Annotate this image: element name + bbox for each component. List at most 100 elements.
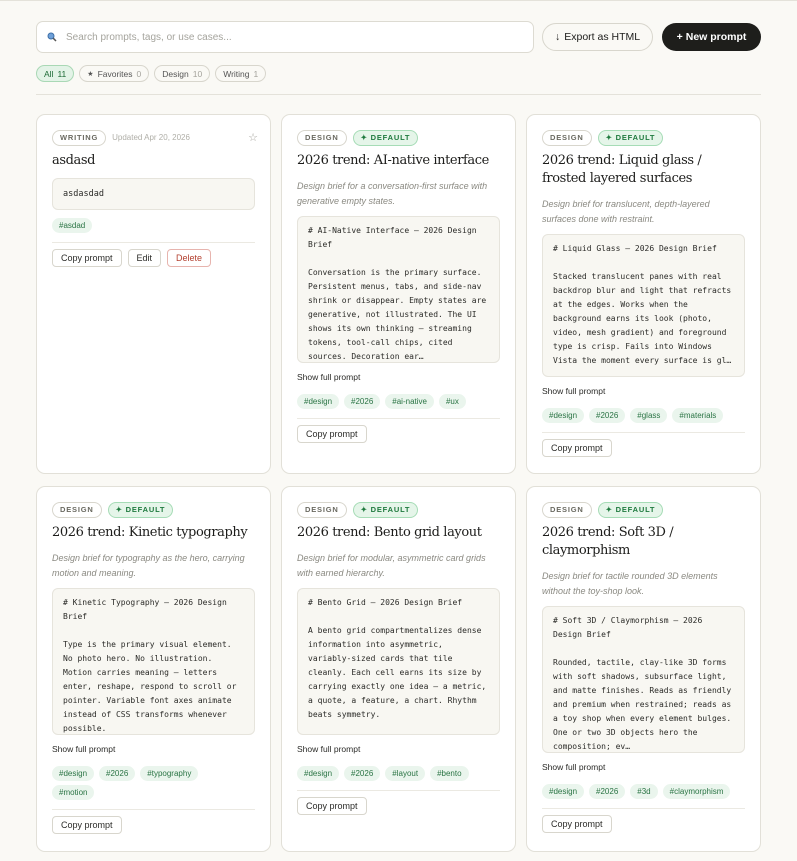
tag[interactable]: #design (297, 394, 340, 409)
filter-design[interactable]: Design 10 (154, 65, 211, 82)
filter-label: Favorites (97, 68, 133, 79)
filter-writing[interactable]: Writing 1 (215, 65, 267, 82)
tag-list: #design #2026 #typography #motion (52, 766, 255, 800)
tag-list: #design #2026 #glass #materials (542, 408, 745, 423)
new-prompt-button[interactable]: + New prompt (662, 23, 761, 51)
tag[interactable]: #2026 (99, 766, 136, 781)
tag[interactable]: #2026 (344, 766, 381, 781)
export-label: Export as HTML (564, 31, 641, 43)
card-description: Design brief for tactile rounded 3D elem… (542, 571, 718, 596)
card-title: 2026 trend: Kinetic typography (52, 525, 248, 540)
card-title: 2026 trend: Bento grid layout (297, 525, 482, 540)
default-label: DEFAULT (615, 505, 656, 514)
tag[interactable]: #3d (630, 784, 658, 799)
tag[interactable]: #layout (385, 766, 426, 781)
prompt-card: WRITING Updated Apr 20, 2026 ☆ asdasd as… (36, 114, 271, 474)
tag[interactable]: #motion (52, 785, 95, 800)
default-badge: ✦ DEFAULT (107, 501, 174, 518)
delete-button[interactable]: Delete (167, 249, 212, 267)
sparkle-icon: ✦ (360, 505, 368, 514)
category-badge: DESIGN (52, 501, 102, 518)
show-full-prompt-link[interactable]: Show full prompt (297, 744, 360, 754)
copy-prompt-button[interactable]: Copy prompt (52, 816, 122, 834)
default-label: DEFAULT (370, 133, 411, 142)
tag[interactable]: #design (542, 784, 585, 799)
default-badge: ✦ DEFAULT (352, 129, 419, 146)
copy-prompt-button[interactable]: Copy prompt (52, 249, 122, 267)
prompt-preview: asdasdad (52, 178, 255, 210)
category-badge: WRITING (52, 129, 107, 146)
show-full-prompt-link[interactable]: Show full prompt (542, 762, 605, 772)
tag[interactable]: #2026 (589, 784, 626, 799)
copy-prompt-button[interactable]: Copy prompt (542, 815, 612, 833)
tag[interactable]: #2026 (589, 408, 626, 423)
prompt-card: DESIGN ✦ DEFAULT 2026 trend: AI-native in… (281, 114, 516, 474)
new-prompt-label: New prompt (685, 31, 747, 43)
copy-prompt-button[interactable]: Copy prompt (297, 425, 367, 443)
top-border (0, 0, 797, 3)
divider (36, 94, 761, 95)
star-icon: ★ (87, 70, 94, 78)
sparkle-icon: ✦ (605, 505, 613, 514)
tag[interactable]: #ai-native (385, 394, 434, 409)
category-badge: DESIGN (297, 129, 347, 146)
prompt-preview: # Soft 3D / Claymorphism — 2026 Design B… (542, 606, 745, 753)
tag[interactable]: #design (52, 766, 95, 781)
card-actions: Copy prompt Edit Delete (52, 249, 255, 267)
copy-prompt-button[interactable]: Copy prompt (542, 439, 612, 457)
card-badges: DESIGN ✦ DEFAULT (542, 501, 745, 518)
download-arrow-icon: ↓ (555, 31, 561, 43)
tag[interactable]: #design (542, 408, 585, 423)
tag[interactable]: #glass (630, 408, 668, 423)
category-badge: DESIGN (542, 129, 592, 146)
show-full-prompt-link[interactable]: Show full prompt (52, 744, 115, 754)
filter-count: 11 (57, 68, 67, 79)
prompt-preview: # AI-Native Interface — 2026 Design Brie… (297, 216, 500, 363)
tag[interactable]: #asdad (52, 218, 93, 233)
filter-count: 10 (192, 68, 203, 79)
tag-list: #design #2026 #3d #claymorphism (542, 784, 745, 799)
card-description: Design brief for modular, asymmetric car… (297, 553, 486, 578)
category-badge: DESIGN (542, 501, 592, 518)
edit-button[interactable]: Edit (127, 249, 162, 267)
card-title: 2026 trend: Soft 3D / claymorphism (542, 525, 674, 558)
tag-list: #design #2026 #layout #bento (297, 766, 500, 781)
prompt-card: DESIGN ✦ DEFAULT 2026 trend: Liquid glass… (526, 114, 761, 474)
show-full-prompt-link[interactable]: Show full prompt (542, 386, 605, 396)
favorite-star-icon[interactable]: ☆ (248, 131, 258, 144)
card-divider (297, 790, 500, 791)
tag[interactable]: #design (297, 766, 340, 781)
filter-label: Design (162, 68, 189, 79)
export-html-button[interactable]: ↓ Export as HTML (542, 23, 654, 51)
default-label: DEFAULT (370, 505, 411, 514)
default-badge: ✦ DEFAULT (597, 501, 664, 518)
copy-prompt-button[interactable]: Copy prompt (297, 797, 367, 815)
filter-count: 1 (253, 68, 259, 79)
filter-chips: All 11 ★ Favorites 0 Design 10 Writing 1 (36, 65, 267, 82)
updated-date: Updated Apr 20, 2026 (112, 133, 190, 142)
prompt-preview: # Liquid Glass — 2026 Design Brief Stack… (542, 234, 745, 377)
tag[interactable]: #bento (430, 766, 469, 781)
tag[interactable]: #ux (438, 394, 466, 409)
tag[interactable]: #claymorphism (662, 784, 731, 799)
card-divider (52, 809, 255, 810)
card-description: Design brief for translucent, depth-laye… (542, 199, 710, 224)
search-box[interactable] (36, 21, 534, 53)
search-input[interactable] (66, 31, 506, 43)
card-divider (297, 418, 500, 419)
tag[interactable]: #typography (140, 766, 199, 781)
show-full-prompt-link[interactable]: Show full prompt (297, 372, 360, 382)
tag[interactable]: #materials (672, 408, 724, 423)
filter-favorites[interactable]: ★ Favorites 0 (79, 65, 150, 82)
filter-all[interactable]: All 11 (36, 65, 75, 82)
card-badges: DESIGN ✦ DEFAULT (542, 129, 745, 146)
category-badge: DESIGN (297, 501, 347, 518)
filter-label: Writing (223, 68, 250, 79)
card-actions: Copy prompt (297, 425, 500, 443)
sparkle-icon: ✦ (360, 133, 368, 142)
card-description: Design brief for a conversation-first su… (297, 181, 488, 206)
card-badges: DESIGN ✦ DEFAULT (297, 501, 500, 518)
tag[interactable]: #2026 (344, 394, 381, 409)
card-divider (542, 808, 745, 809)
card-actions: Copy prompt (542, 815, 745, 833)
